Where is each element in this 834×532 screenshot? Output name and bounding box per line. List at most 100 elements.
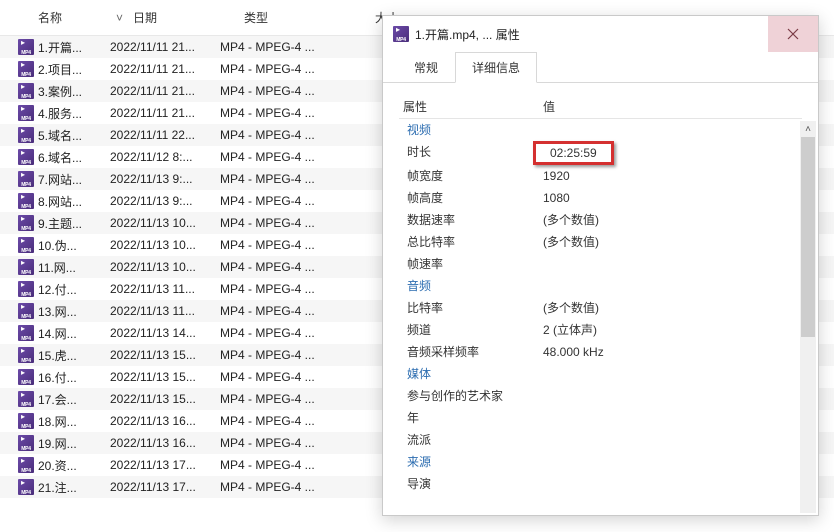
row-data-rate[interactable]: 数据速率 (多个数值) <box>399 209 802 231</box>
file-date: 2022/11/13 11... <box>110 282 220 296</box>
file-name: 21.注... <box>38 479 110 496</box>
properties-dialog: 1.开篇.mp4, ... 属性 常规 详细信息 属性 值 视频 时长 02:2… <box>382 15 819 516</box>
mp4-file-icon <box>18 83 34 99</box>
file-date: 2022/11/13 10... <box>110 260 220 274</box>
header-attr[interactable]: 属性 <box>399 98 539 115</box>
mp4-file-icon <box>18 149 34 165</box>
mp4-file-icon <box>18 391 34 407</box>
prop-table-header: 属性 值 <box>399 95 802 119</box>
row-bitrate[interactable]: 比特率 (多个数值) <box>399 297 802 319</box>
file-name: 11.网... <box>38 259 110 276</box>
row-year[interactable]: 年 <box>399 407 802 429</box>
row-total-bitrate[interactable]: 总比特率 (多个数值) <box>399 231 802 253</box>
file-date: 2022/11/11 22... <box>110 128 220 142</box>
file-name: 1.开篇... <box>38 39 110 56</box>
file-type: MP4 - MPEG-4 ... <box>220 128 350 142</box>
file-name: 8.网站... <box>38 193 110 210</box>
file-type: MP4 - MPEG-4 ... <box>220 40 350 54</box>
file-name: 3.案例... <box>38 83 110 100</box>
mp4-file-icon <box>18 127 34 143</box>
col-header-name[interactable]: 名称 ˅ <box>38 0 133 35</box>
mp4-file-icon <box>18 457 34 473</box>
col-header-date[interactable]: 日期 <box>133 0 244 35</box>
file-type: MP4 - MPEG-4 ... <box>220 348 350 362</box>
mp4-file-icon <box>18 237 34 253</box>
file-type: MP4 - MPEG-4 ... <box>220 150 350 164</box>
close-button[interactable] <box>768 16 818 52</box>
row-frame-height[interactable]: 帧高度 1080 <box>399 187 802 209</box>
header-val[interactable]: 值 <box>539 98 802 115</box>
file-date: 2022/11/13 14... <box>110 326 220 340</box>
file-date: 2022/11/13 17... <box>110 480 220 494</box>
row-frame-width[interactable]: 帧宽度 1920 <box>399 165 802 187</box>
row-frame-rate[interactable]: 帧速率 <box>399 253 802 275</box>
file-date: 2022/11/13 15... <box>110 370 220 384</box>
file-name: 18.网... <box>38 413 110 430</box>
file-name: 5.域名... <box>38 127 110 144</box>
mp4-file-icon <box>18 479 34 495</box>
file-type: MP4 - MPEG-4 ... <box>220 216 350 230</box>
mp4-file-icon <box>18 369 34 385</box>
file-date: 2022/11/13 9:... <box>110 172 220 186</box>
row-director[interactable]: 导演 <box>399 473 802 495</box>
file-date: 2022/11/13 10... <box>110 238 220 252</box>
row-artists[interactable]: 参与创作的艺术家 <box>399 385 802 407</box>
file-date: 2022/11/11 21... <box>110 106 220 120</box>
mp4-file-icon <box>18 281 34 297</box>
file-name: 4.服务... <box>38 105 110 122</box>
section-video: 视频 <box>399 119 802 141</box>
file-date: 2022/11/11 21... <box>110 62 220 76</box>
mp4-file-icon <box>18 413 34 429</box>
row-sample-rate[interactable]: 音频采样频率 48.000 kHz <box>399 341 802 363</box>
file-name: 12.付... <box>38 281 110 298</box>
file-type: MP4 - MPEG-4 ... <box>220 106 350 120</box>
file-name: 9.主题... <box>38 215 110 232</box>
file-name: 15.虎... <box>38 347 110 364</box>
file-date: 2022/11/11 21... <box>110 40 220 54</box>
file-name: 2.项目... <box>38 61 110 78</box>
file-name: 17.会... <box>38 391 110 408</box>
file-date: 2022/11/13 15... <box>110 348 220 362</box>
row-channels[interactable]: 频道 2 (立体声) <box>399 319 802 341</box>
file-type: MP4 - MPEG-4 ... <box>220 282 350 296</box>
dialog-content: 属性 值 视频 时长 02:25:59 帧宽度 1920 帧高度 1080 数据… <box>383 83 818 515</box>
file-type: MP4 - MPEG-4 ... <box>220 436 350 450</box>
dialog-titlebar[interactable]: 1.开篇.mp4, ... 属性 <box>383 16 818 52</box>
mp4-file-icon <box>18 259 34 275</box>
file-type: MP4 - MPEG-4 ... <box>220 392 350 406</box>
file-date: 2022/11/12 8:... <box>110 150 220 164</box>
scrollbar-thumb[interactable] <box>801 137 815 337</box>
mp4-file-icon <box>18 347 34 363</box>
file-name: 19.网... <box>38 435 110 452</box>
mp4-file-icon <box>393 26 409 42</box>
mp4-file-icon <box>18 325 34 341</box>
file-name: 14.网... <box>38 325 110 342</box>
scroll-up-arrow[interactable]: ˄ <box>800 121 816 137</box>
file-name: 7.网站... <box>38 171 110 188</box>
file-type: MP4 - MPEG-4 ... <box>220 260 350 274</box>
file-type: MP4 - MPEG-4 ... <box>220 458 350 472</box>
tab-general[interactable]: 常规 <box>397 52 455 83</box>
file-type: MP4 - MPEG-4 ... <box>220 370 350 384</box>
file-date: 2022/11/13 10... <box>110 216 220 230</box>
tab-details[interactable]: 详细信息 <box>455 52 537 83</box>
mp4-file-icon <box>18 39 34 55</box>
file-date: 2022/11/13 15... <box>110 392 220 406</box>
file-type: MP4 - MPEG-4 ... <box>220 172 350 186</box>
dialog-tabs: 常规 详细信息 <box>383 52 818 83</box>
row-genre[interactable]: 流派 <box>399 429 802 451</box>
file-type: MP4 - MPEG-4 ... <box>220 414 350 428</box>
file-type: MP4 - MPEG-4 ... <box>220 480 350 494</box>
mp4-file-icon <box>18 171 34 187</box>
file-date: 2022/11/13 11... <box>110 304 220 318</box>
file-date: 2022/11/13 16... <box>110 414 220 428</box>
mp4-file-icon <box>18 303 34 319</box>
file-name: 10.伪... <box>38 237 110 254</box>
col-header-type[interactable]: 类型 <box>244 0 375 35</box>
section-media: 媒体 <box>399 363 802 385</box>
file-name: 6.域名... <box>38 149 110 166</box>
mp4-file-icon <box>18 215 34 231</box>
row-duration[interactable]: 时长 02:25:59 <box>399 141 802 165</box>
scrollbar[interactable]: ˄ <box>800 121 816 513</box>
sort-dropdown-icon[interactable]: ˅ <box>116 11 132 25</box>
